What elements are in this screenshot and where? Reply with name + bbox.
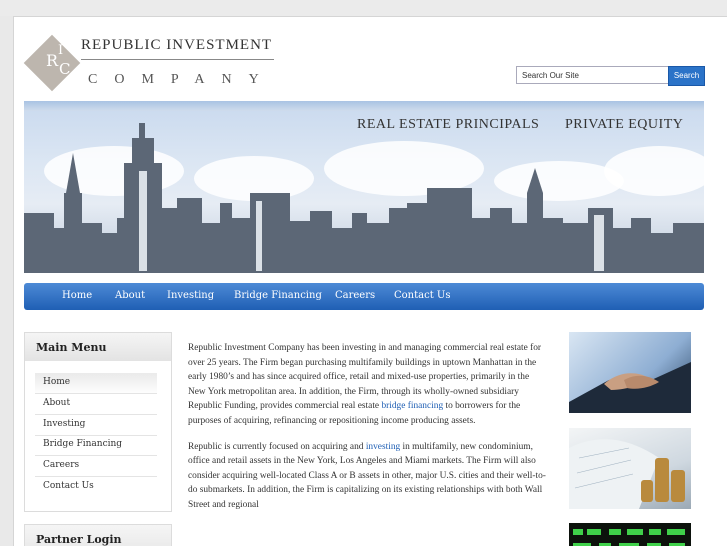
stock-ticker-illustration: [573, 529, 685, 546]
sidebar-item-about[interactable]: About: [35, 394, 157, 415]
sidebar-item-label: Investing: [43, 419, 86, 429]
site-title: REPUBLIC INVESTMENT: [81, 37, 273, 53]
focus-paragraph: Republic is currently focused on acquiri…: [188, 440, 546, 513]
main-menu-box: Main Menu Home About Investing Bridge Fi…: [24, 332, 172, 512]
search-input[interactable]: [516, 66, 669, 84]
nav-about[interactable]: About: [115, 290, 145, 301]
sidebar-item-label: About: [43, 398, 71, 408]
sidebar-item-contact-us[interactable]: Contact Us: [35, 477, 157, 497]
logo-divider: [81, 59, 274, 60]
sidebar-item-label: Bridge Financing: [43, 439, 123, 449]
sidebar-item-bridge-financing[interactable]: Bridge Financing: [35, 435, 157, 456]
nav-home[interactable]: Home: [62, 290, 92, 301]
stock-ticker-image: [569, 523, 691, 546]
nav-investing[interactable]: Investing: [167, 290, 214, 301]
sidebar-item-label: Home: [43, 377, 71, 387]
skyline-illustration: [24, 123, 704, 273]
bridge-financing-link[interactable]: bridge financing: [381, 401, 443, 411]
main-menu-header: Main Menu: [25, 333, 171, 361]
logo-letters: R I C: [36, 39, 84, 87]
blueprint-coins-image: [569, 428, 691, 509]
partner-login-box: Partner Login: [24, 524, 172, 546]
sidebar-item-careers[interactable]: Careers: [35, 456, 157, 477]
logo-letter-r: R: [46, 51, 59, 70]
nav-careers[interactable]: Careers: [335, 290, 375, 301]
sidebar-item-label: Contact Us: [43, 481, 94, 491]
search-button[interactable]: Search: [668, 66, 705, 86]
sidebar-item-label: Careers: [43, 460, 80, 470]
handshake-illustration: [569, 362, 691, 413]
page: R I C REPUBLIC INVESTMENT COMPANY Search…: [13, 16, 727, 546]
investing-link[interactable]: investing: [366, 442, 400, 452]
nav-contact-us[interactable]: Contact Us: [394, 290, 450, 301]
sidebar-item-home[interactable]: Home: [35, 373, 157, 394]
nav-bridge-financing[interactable]: Bridge Financing: [234, 290, 322, 301]
hero-banner: REAL ESTATE PRINCIPALS PRIVATE EQUITY: [24, 101, 704, 273]
handshake-image: [569, 332, 691, 413]
logo-letter-i: I: [58, 43, 64, 58]
intro-paragraph: Republic Investment Company has been inv…: [188, 341, 546, 429]
sidebar-item-investing[interactable]: Investing: [35, 415, 157, 436]
blueprint-coins-illustration: [569, 439, 685, 509]
logo-letter-c: C: [59, 60, 71, 78]
banner-top-band: [24, 101, 704, 111]
focus-text: Republic is currently focused on acquiri…: [188, 441, 366, 452]
main-content: Republic Investment Company has been inv…: [188, 341, 546, 524]
browser-top-strip: [0, 0, 727, 16]
main-menu-title: Main Menu: [36, 341, 107, 354]
site-subtitle: COMPANY: [88, 72, 276, 87]
main-nav: Home About Investing Bridge Financing Ca…: [24, 283, 704, 310]
partner-login-title[interactable]: Partner Login: [36, 533, 122, 546]
